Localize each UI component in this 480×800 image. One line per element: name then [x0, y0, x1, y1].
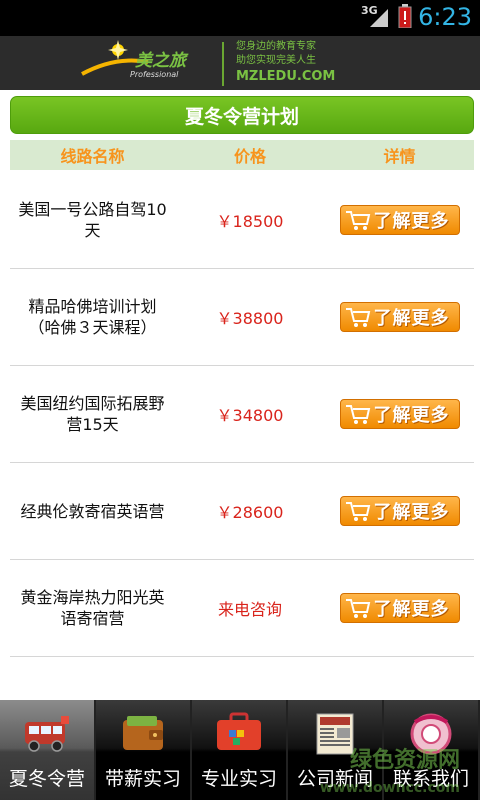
tab-label: 夏冬令营	[8, 768, 85, 790]
route-price: ￥38800	[216, 309, 284, 328]
cart-icon	[345, 599, 370, 618]
route-name: 经典伦敦寄宿英语营	[20, 501, 165, 521]
learn-more-button[interactable]: 了解更多	[339, 496, 460, 526]
slogan-line1: 您身边的教育专家	[236, 41, 316, 52]
bus-icon	[25, 716, 69, 752]
column-header-price: 价格	[233, 147, 266, 166]
table-row: 美国一号公路自驾10天 ￥18500 了解更多	[10, 172, 474, 269]
learn-more-label: 了解更多	[373, 308, 450, 329]
route-price: ￥28600	[216, 503, 284, 522]
tab-professional-internship[interactable]: 专业实习	[192, 700, 288, 800]
slogan: 您身边的教育专家 助您实现完美人生 MZLEDU.COM	[236, 40, 356, 86]
learn-more-button[interactable]: 了解更多	[339, 205, 460, 235]
slogan-line2: 助您实现完美人生	[236, 55, 316, 66]
cart-icon	[345, 308, 370, 327]
watermark-text: 绿色资源网	[349, 748, 460, 773]
route-price: 来电咨询	[217, 600, 282, 619]
cart-icon	[345, 502, 370, 521]
clock: 6:23	[418, 3, 472, 31]
brand-logo: 美之旅 Professional	[80, 40, 220, 86]
learn-more-button[interactable]: 了解更多	[339, 593, 460, 623]
battery-icon	[398, 4, 412, 28]
tab-summer-winter-camp[interactable]: 夏冬令营	[0, 700, 96, 800]
learn-more-label: 了解更多	[373, 599, 450, 620]
tab-label: 带薪实习	[104, 768, 181, 790]
route-name: 美国一号公路自驾10天	[18, 200, 167, 240]
wallet-icon	[123, 716, 163, 750]
brand-subtitle: Professional	[130, 70, 179, 79]
watermark-url: www.downcc.com	[319, 780, 460, 796]
learn-more-label: 了解更多	[373, 211, 450, 232]
table-row: 黄金海岸热力阳光英语寄宿营 来电咨询 了解更多	[10, 560, 474, 657]
briefcase-icon	[217, 712, 261, 750]
table-row: 美国纽约国际拓展野营15天 ￥34800 了解更多	[10, 366, 474, 463]
camp-list: 美国一号公路自驾10天 ￥18500 了解更多 精品哈佛培训计划（哈佛３天课程）…	[10, 172, 474, 657]
route-name: 黄金海岸热力阳光英语寄宿营	[20, 588, 165, 628]
cart-icon	[345, 211, 370, 230]
learn-more-button[interactable]: 了解更多	[339, 302, 460, 332]
learn-more-label: 了解更多	[373, 502, 450, 523]
site-url: MZLEDU.COM	[236, 69, 336, 84]
cart-icon	[345, 405, 370, 424]
tab-paid-internship[interactable]: 带薪实习	[96, 700, 192, 800]
learn-more-label: 了解更多	[373, 405, 450, 426]
header-divider	[222, 42, 224, 86]
tab-label: 专业实习	[200, 768, 277, 790]
route-name: 精品哈佛培训计划（哈佛３天课程）	[28, 297, 157, 337]
route-price: ￥34800	[216, 406, 284, 425]
table-header: 线路名称 价格 详情	[10, 140, 474, 170]
app-header: 美之旅 Professional 您身边的教育专家 助您实现完美人生 MZLED…	[0, 36, 480, 90]
column-header-detail: 详情	[383, 147, 416, 166]
page-title: 夏冬令营计划	[10, 96, 474, 134]
column-header-name: 线路名称	[60, 147, 125, 166]
route-name: 美国纽约国际拓展野营15天	[20, 394, 165, 434]
bottom-tab-bar: 夏冬令营 带薪实习 专业实习 公司新闻 联系我们 绿色资源网 www.downc…	[0, 700, 480, 800]
table-row: 精品哈佛培训计划（哈佛３天课程） ￥38800 了解更多	[10, 269, 474, 366]
learn-more-button[interactable]: 了解更多	[339, 399, 460, 429]
signal-icon	[370, 9, 388, 27]
route-price: ￥18500	[216, 212, 284, 231]
table-row: 经典伦敦寄宿英语营 ￥28600 了解更多	[10, 463, 474, 560]
status-bar: 3G 6:23	[0, 0, 480, 36]
brand-name: 美之旅	[135, 51, 186, 71]
